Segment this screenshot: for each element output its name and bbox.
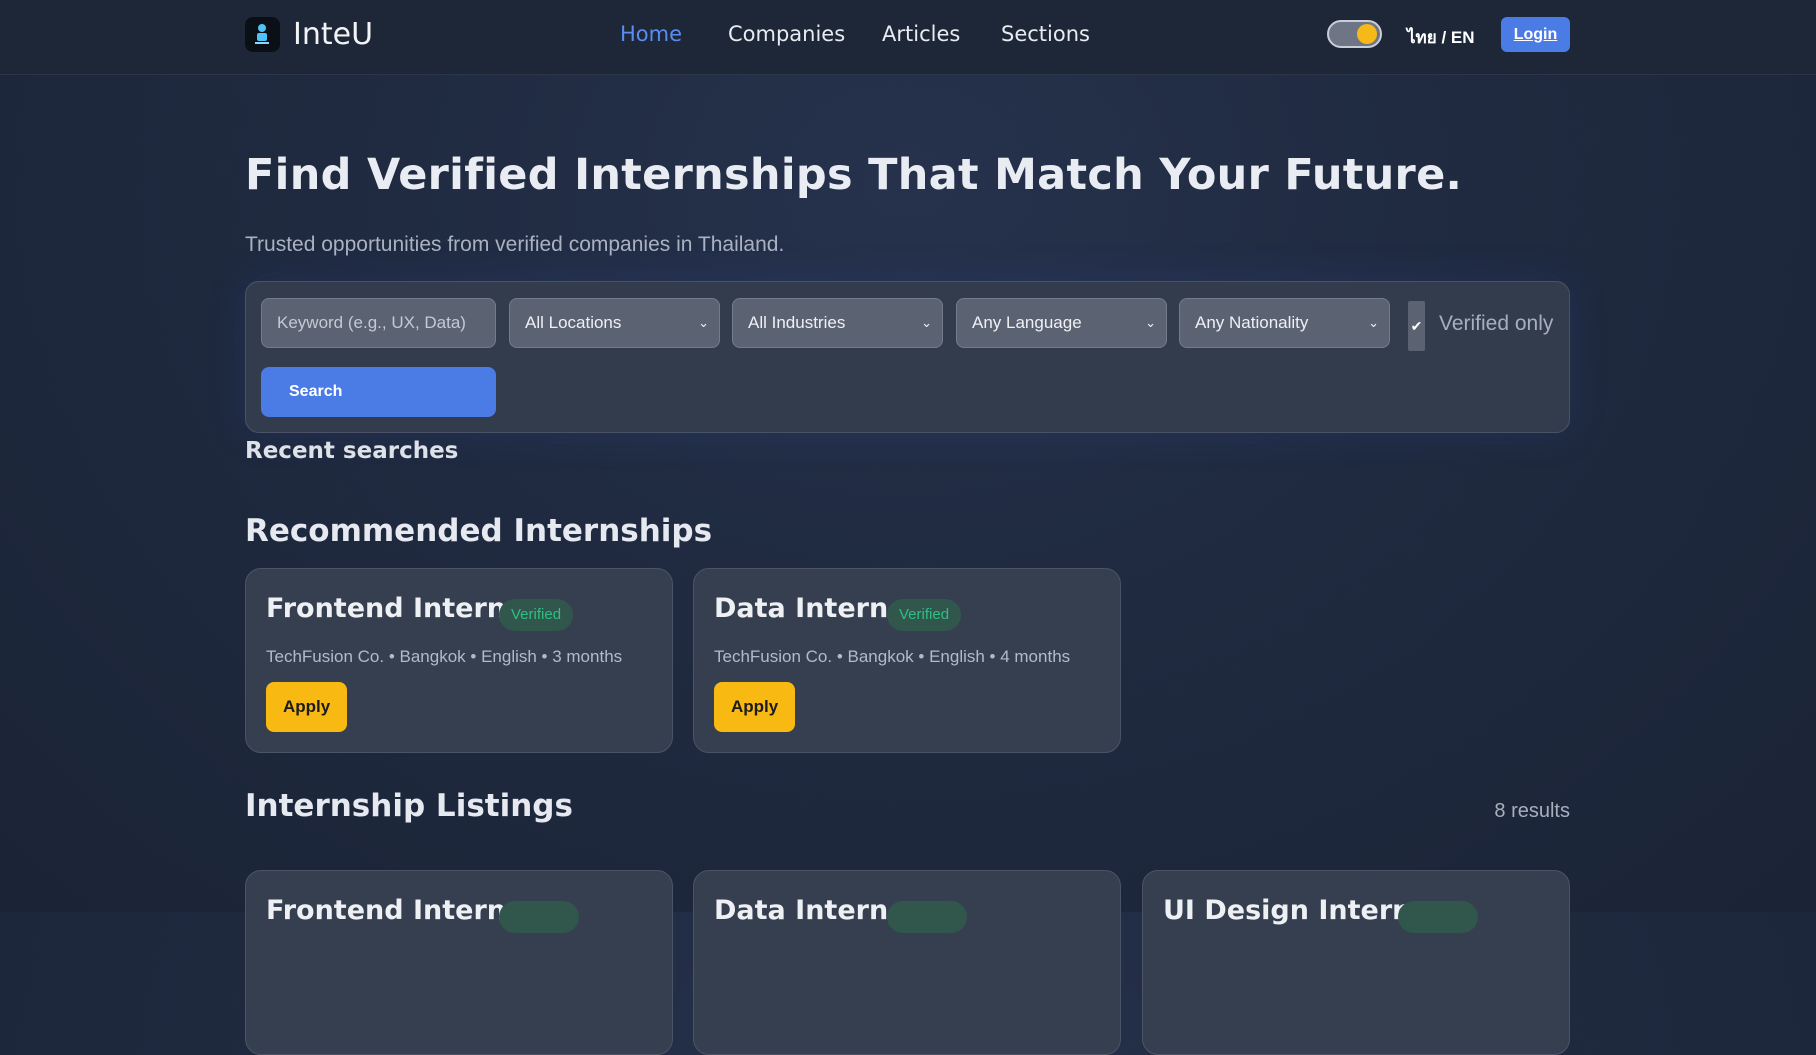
brand-name[interactable]: InteU [293,17,373,52]
nationality-select[interactable]: Any Nationality ⌄ [1179,298,1390,348]
listing-card[interactable]: UI Design Intern [1142,870,1570,1055]
chevron-down-icon: ⌄ [1368,315,1379,330]
nav-articles[interactable]: Articles [882,22,960,46]
verified-only-checkbox[interactable]: ✔ [1408,301,1425,351]
logo-icon[interactable] [245,17,280,52]
top-navbar: InteU Home Companies Articles Sections ไ… [0,0,1816,75]
results-count: 8 results [1494,800,1570,822]
verified-badge: Verified [887,599,962,631]
verified-badge [887,901,967,933]
theme-toggle[interactable] [1327,20,1382,48]
hero-subtitle: Trusted opportunities from verified comp… [245,233,785,256]
listing-card[interactable]: Data Intern [693,870,1121,1055]
nav-companies[interactable]: Companies [728,22,845,46]
chevron-down-icon: ⌄ [698,315,709,330]
card-meta: TechFusion Co. • Bangkok • English • 3 m… [266,647,623,666]
language-select-value: Any Language [972,313,1082,332]
search-panel: Keyword (e.g., UX, Data) All Locations ⌄… [245,281,1570,433]
recommended-card: Frontend Intern Verified TechFusion Co. … [245,568,673,753]
listings-title: Internship Listings [245,788,573,824]
verified-badge: Verified [499,599,574,631]
location-select-value: All Locations [525,313,622,332]
card-title: Frontend Intern [266,593,506,624]
recommended-title: Recommended Internships [245,513,713,549]
recent-searches-title: Recent searches [245,438,459,464]
chevron-down-icon: ⌄ [1145,315,1156,330]
verified-only-label[interactable]: Verified only [1439,312,1553,336]
listing-card[interactable]: Frontend Intern [245,870,673,1055]
login-button[interactable]: Login [1501,17,1570,52]
toggle-knob [1357,24,1377,44]
search-button[interactable]: Search [261,367,496,417]
hero-title: Find Verified Internships That Match You… [245,150,1463,200]
nationality-select-value: Any Nationality [1195,313,1309,332]
chevron-down-icon: ⌄ [921,315,932,330]
card-title: Data Intern [714,593,889,624]
verified-badge [499,901,579,933]
apply-button[interactable]: Apply [714,682,796,732]
card-title: Frontend Intern [266,895,506,926]
language-switch[interactable]: ไทย / EN [1407,24,1475,51]
language-select[interactable]: Any Language ⌄ [956,298,1167,348]
industry-select[interactable]: All Industries ⌄ [732,298,943,348]
keyword-input[interactable]: Keyword (e.g., UX, Data) [261,298,496,348]
recommended-card: Data Intern Verified TechFusion Co. • Ba… [693,568,1121,753]
card-title: Data Intern [714,895,889,926]
nav-home[interactable]: Home [620,22,682,46]
apply-button[interactable]: Apply [266,682,348,732]
location-select[interactable]: All Locations ⌄ [509,298,720,348]
industry-select-value: All Industries [748,313,846,332]
verified-badge [1398,901,1478,933]
card-title: UI Design Intern [1163,895,1412,926]
card-meta: TechFusion Co. • Bangkok • English • 4 m… [714,647,1071,666]
nav-sections[interactable]: Sections [1001,22,1090,46]
